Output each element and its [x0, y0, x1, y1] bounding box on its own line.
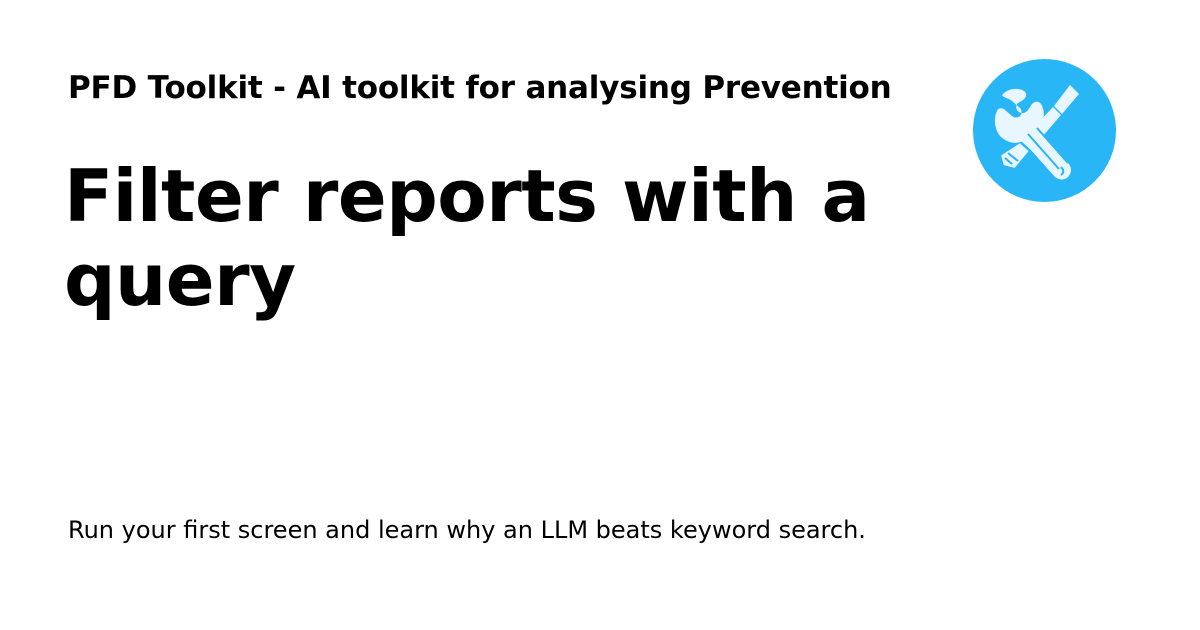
social-card: PFD Toolkit - AI toolkit for analysing P… — [0, 0, 1200, 630]
page-title: Filter reports with a query — [64, 154, 870, 322]
wrench-screwdriver-icon — [973, 59, 1116, 202]
logo — [973, 59, 1116, 202]
page-description: Run your first screen and learn why an L… — [68, 516, 866, 544]
site-title: PFD Toolkit - AI toolkit for analysing P… — [68, 70, 892, 106]
